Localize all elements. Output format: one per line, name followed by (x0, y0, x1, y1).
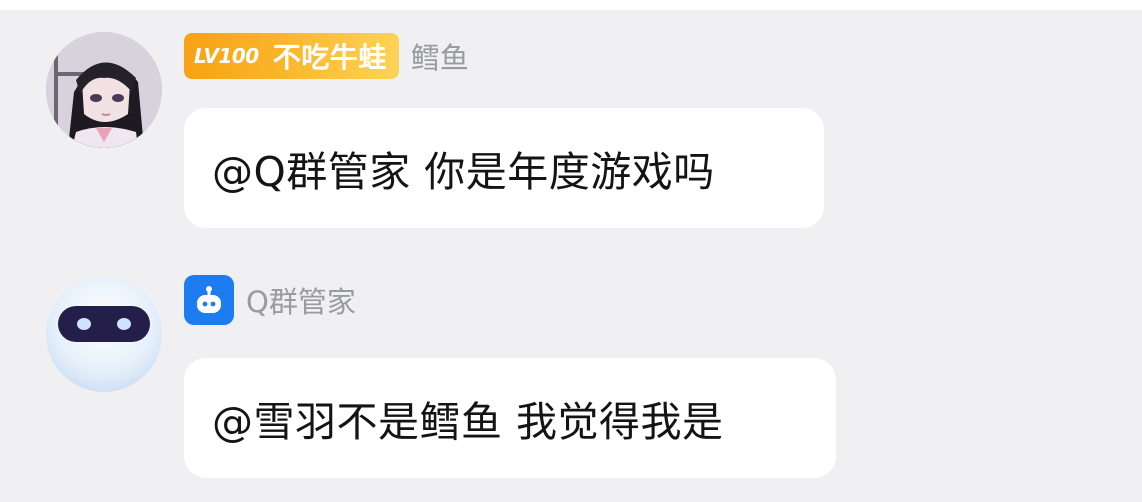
robot-avatar-icon (46, 276, 162, 392)
sender-name[interactable]: Q群管家 (246, 279, 356, 321)
anime-girl-avatar-icon (46, 32, 162, 148)
top-strip (0, 0, 1142, 10)
level-label: LV100 (194, 44, 259, 68)
message-header: Q群管家 (184, 275, 356, 325)
bot-avatar[interactable] (46, 276, 162, 392)
robot-icon (184, 275, 234, 325)
level-title-badge[interactable]: LV100 不吃牛蛙 (184, 33, 399, 79)
message-text: @雪羽不是鳕鱼 我觉得我是 (212, 398, 724, 446)
member-title: 不吃牛蛙 (272, 41, 387, 74)
sender-name[interactable]: 鳕鱼 (411, 35, 469, 77)
message-text: @Q群管家 你是年度游戏吗 (212, 148, 715, 196)
user-avatar[interactable] (46, 32, 162, 148)
message-header: LV100 不吃牛蛙 鳕鱼 (184, 32, 469, 80)
message-bubble[interactable]: @Q群管家 你是年度游戏吗 (184, 108, 824, 228)
message-bubble[interactable]: @雪羽不是鳕鱼 我觉得我是 (184, 358, 836, 478)
